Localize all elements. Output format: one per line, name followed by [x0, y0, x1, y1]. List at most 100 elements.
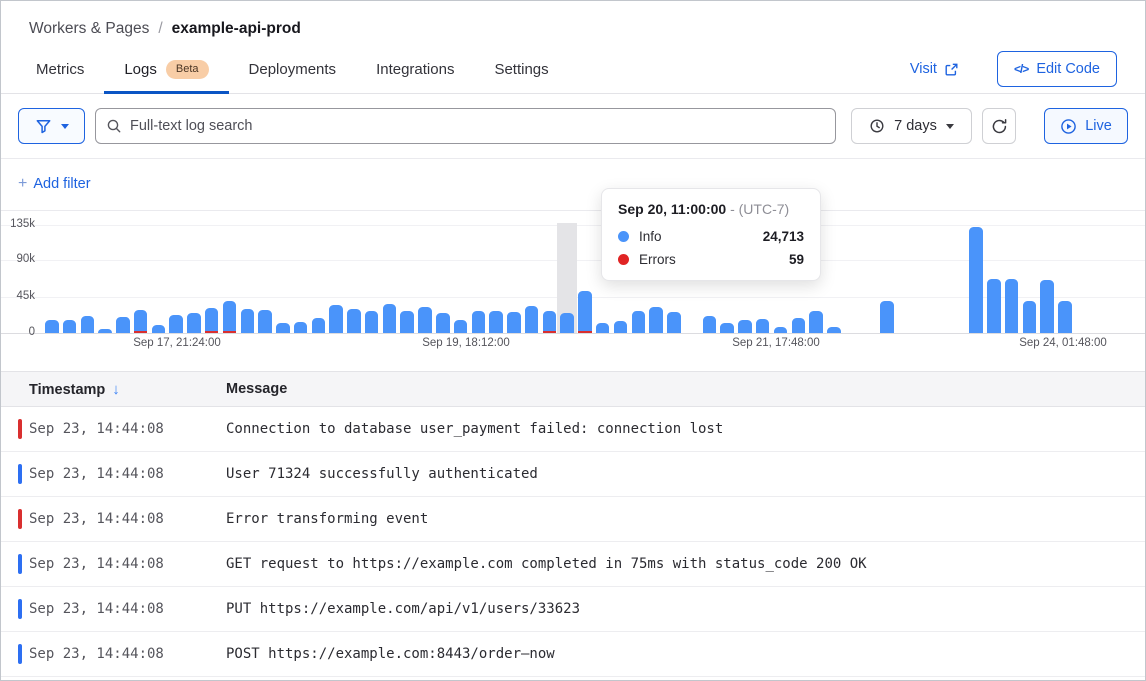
chart-bar[interactable] — [258, 310, 272, 333]
chart-bar[interactable] — [134, 310, 148, 333]
tab-deployments[interactable]: Deployments — [229, 45, 357, 93]
tooltip-series-value: 24,713 — [763, 229, 804, 244]
bar-info-segment — [116, 317, 130, 333]
bar-info-segment — [827, 327, 841, 333]
log-table-row[interactable]: Sep 23, 14:44:08POST https://example.com… — [1, 632, 1145, 677]
chart-bar[interactable] — [365, 311, 379, 333]
chart-bar[interactable] — [347, 309, 361, 333]
log-table-row[interactable]: Sep 23, 14:44:08PUT https://example.com/… — [1, 587, 1145, 632]
chart-bar[interactable] — [703, 316, 717, 333]
chart-bar[interactable] — [454, 320, 468, 333]
chevron-down-icon — [946, 124, 954, 129]
y-tick-label: 90k — [1, 253, 35, 265]
log-message: GET request to https://example.com compl… — [226, 556, 1145, 572]
bar-info-segment — [720, 323, 734, 333]
chart-bar[interactable] — [400, 311, 414, 333]
log-table-row[interactable]: Sep 23, 14:44:08User 71324 successfully … — [1, 452, 1145, 497]
chart-bar[interactable] — [560, 313, 574, 333]
chart-bar[interactable] — [614, 321, 628, 333]
bar-info-segment — [436, 313, 450, 333]
edit-code-label: Edit Code — [1036, 61, 1100, 77]
chart-bar[interactable] — [578, 291, 592, 333]
chart-bar[interactable] — [507, 312, 521, 333]
refresh-button[interactable] — [982, 108, 1016, 144]
chart-bar[interactable] — [223, 301, 237, 333]
chart-bar[interactable] — [987, 279, 1001, 333]
chart-bar[interactable] — [383, 304, 397, 333]
chart-bar[interactable] — [969, 227, 983, 333]
filter-button[interactable] — [18, 108, 85, 144]
refresh-icon — [991, 118, 1008, 135]
chart-bar[interactable] — [1040, 280, 1054, 333]
chart-bar[interactable] — [649, 307, 663, 333]
column-header-timestamp[interactable]: Timestamp↓ — [29, 381, 226, 398]
tab-metrics[interactable]: Metrics — [16, 45, 104, 93]
chart-bar[interactable] — [205, 308, 219, 333]
chart-bar[interactable] — [809, 311, 823, 333]
chart-bar[interactable] — [276, 323, 290, 333]
bar-info-segment — [276, 323, 290, 333]
chart-bar[interactable] — [792, 318, 806, 333]
chart-bar[interactable] — [1058, 301, 1072, 333]
chart-bar[interactable] — [667, 312, 681, 333]
code-icon: </> — [1014, 62, 1028, 76]
chart-bar[interactable] — [738, 320, 752, 333]
log-table-row[interactable]: Sep 23, 14:44:08Connection to database u… — [1, 407, 1145, 452]
sort-desc-icon: ↓ — [112, 381, 120, 398]
bar-info-segment — [969, 227, 983, 333]
breadcrumb-current: example-api-prod — [172, 20, 301, 37]
clock-icon — [869, 118, 885, 134]
live-button[interactable]: Live — [1044, 108, 1128, 144]
chart-bar[interactable] — [1023, 301, 1037, 333]
x-tick-label: Sep 24, 01:48:00 — [1019, 337, 1107, 349]
breadcrumb-separator: / — [158, 20, 162, 37]
error-level-indicator — [18, 509, 22, 529]
search-input[interactable] — [95, 108, 836, 144]
chart-bar[interactable] — [187, 313, 201, 333]
chart-bar[interactable] — [1005, 279, 1019, 333]
visit-link[interactable]: Visit — [910, 61, 959, 77]
chart-bar[interactable] — [436, 313, 450, 333]
log-message: POST https://example.com:8443/order–now — [226, 646, 1145, 662]
chart-bar[interactable] — [294, 322, 308, 333]
chart-bar[interactable] — [329, 305, 343, 333]
chart-bar[interactable] — [543, 311, 557, 333]
chart-bar[interactable] — [489, 311, 503, 333]
chart-bar[interactable] — [152, 325, 166, 333]
bar-info-segment — [98, 329, 112, 333]
chart-bar[interactable] — [525, 306, 539, 333]
chart-bar[interactable] — [98, 329, 112, 333]
chart-bar[interactable] — [418, 307, 432, 333]
chart-bar[interactable] — [472, 311, 486, 333]
chart-bar[interactable] — [720, 323, 734, 333]
log-table-row[interactable]: Sep 23, 14:44:08GET request to https://e… — [1, 542, 1145, 587]
bar-info-segment — [525, 306, 539, 333]
chart-bar[interactable] — [63, 320, 77, 333]
live-label: Live — [1085, 118, 1112, 134]
log-message: Connection to database user_payment fail… — [226, 421, 1145, 437]
time-range-button[interactable]: 7 days — [851, 108, 972, 144]
breadcrumb-parent[interactable]: Workers & Pages — [29, 20, 149, 37]
chart-bar[interactable] — [596, 323, 610, 333]
chart-bar[interactable] — [241, 309, 255, 333]
chart-bar[interactable] — [169, 315, 183, 333]
tab-integrations[interactable]: Integrations — [356, 45, 474, 93]
add-filter-button[interactable]: + Add filter — [18, 175, 91, 193]
chart-bar[interactable] — [312, 318, 326, 333]
chart-bar[interactable] — [827, 327, 841, 333]
chart-bar[interactable] — [116, 317, 130, 333]
tab-logs[interactable]: LogsBeta — [104, 45, 228, 93]
chart-bar[interactable] — [632, 311, 646, 333]
chart-bar[interactable] — [45, 320, 59, 333]
column-header-message[interactable]: Message — [226, 381, 1145, 397]
edit-code-button[interactable]: </> Edit Code — [997, 51, 1117, 87]
bar-info-segment — [81, 316, 95, 333]
log-table-row[interactable]: Sep 23, 14:44:08Error transforming event — [1, 497, 1145, 542]
log-timestamp: Sep 23, 14:44:08 — [29, 646, 226, 662]
chart-bar[interactable] — [880, 301, 894, 333]
chart-bar[interactable] — [756, 319, 770, 333]
tab-settings[interactable]: Settings — [474, 45, 568, 93]
chart-bar[interactable] — [774, 327, 788, 333]
chart-bar[interactable] — [81, 316, 95, 333]
tooltip-title: Sep 20, 11:00:00 - (UTC-7) — [618, 201, 804, 217]
